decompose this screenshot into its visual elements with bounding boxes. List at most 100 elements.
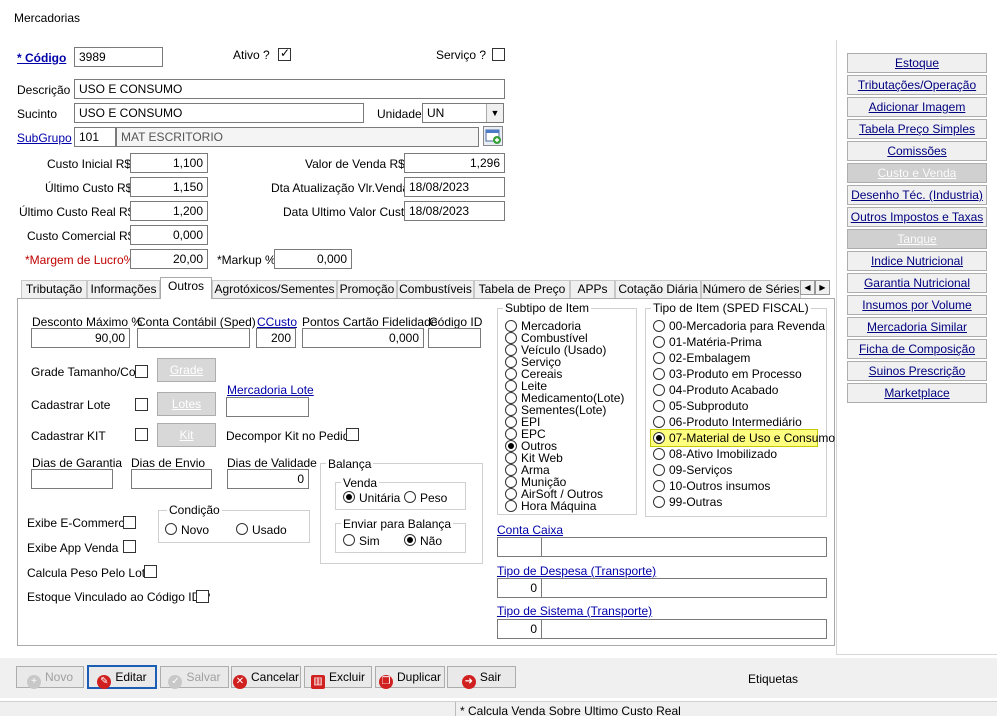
tab-cotacao[interactable]: Cotação Diária (615, 280, 701, 298)
chevron-left-icon[interactable]: ◀ (800, 280, 815, 295)
ultimo-custo-real-input[interactable]: 1,200 (130, 201, 208, 221)
tipo-item-radio[interactable] (653, 464, 665, 476)
codigo-input[interactable]: 3989 (74, 47, 163, 67)
tipo-item-radio[interactable] (653, 320, 665, 332)
tab-apps[interactable]: APPs (570, 280, 615, 298)
tipo-item-radio[interactable] (653, 432, 665, 444)
sistema-name-input[interactable] (541, 619, 827, 639)
tab-combustiveis[interactable]: Combustíveis (397, 280, 474, 298)
search-subgrupo-button[interactable] (483, 126, 503, 146)
tipo-item-radio[interactable] (653, 496, 665, 508)
data-ultimo-input[interactable]: 18/08/2023 (404, 201, 505, 221)
condicao-novo-radio[interactable] (165, 523, 177, 535)
unidade-select[interactable]: UN ▼ (422, 103, 504, 123)
despesa-code-input[interactable]: 0 (497, 578, 542, 598)
sistema-code-input[interactable]: 0 (497, 619, 542, 639)
subtipo-radio[interactable] (505, 440, 517, 452)
sidebar-item-mercadoria-similar[interactable]: Mercadoria Similar (847, 317, 987, 337)
enviar-sim-radio[interactable] (343, 534, 355, 546)
tipo-item-radio[interactable] (653, 400, 665, 412)
descricao-input[interactable]: USO E CONSUMO (74, 79, 505, 99)
ccusto-label[interactable]: CCusto (257, 315, 297, 329)
subtipo-radio[interactable] (505, 320, 517, 332)
conta-contabil-input[interactable] (137, 328, 250, 348)
tipo-item-radio[interactable] (653, 480, 665, 492)
tipo-item-radio[interactable] (653, 352, 665, 364)
enviar-nao-radio[interactable] (404, 534, 416, 546)
tab-numero-series[interactable]: Número de Séries (701, 280, 801, 298)
sidebar-item-marketplace[interactable]: Marketplace (847, 383, 987, 403)
tab-tributacao[interactable]: Tributação (21, 280, 87, 298)
tab-tabela-preco[interactable]: Tabela de Preço (474, 280, 570, 298)
subtipo-radio[interactable] (505, 368, 517, 380)
desconto-input[interactable]: 90,00 (31, 328, 130, 348)
subtipo-radio[interactable] (505, 452, 517, 464)
mercadoria-lote-input[interactable] (226, 397, 309, 417)
kit-checkbox[interactable] (135, 428, 148, 441)
subtipo-radio[interactable] (505, 500, 517, 512)
subtipo-radio[interactable] (505, 488, 517, 500)
ativo-checkbox[interactable] (278, 46, 291, 61)
tab-informacoes[interactable]: Informações (87, 280, 160, 298)
markup-input[interactable]: 0,000 (274, 249, 352, 269)
despesa-label[interactable]: Tipo de Despesa (Transporte) (497, 564, 656, 578)
conta-caixa-code-input[interactable] (497, 537, 542, 557)
sucinto-input[interactable]: USO E CONSUMO (74, 103, 364, 123)
tipo-item-radio[interactable] (653, 336, 665, 348)
codigo-id-input[interactable] (428, 328, 481, 348)
tab-agrotoxicos[interactable]: Agrotóxicos/Sementes (212, 280, 337, 298)
margem-input[interactable]: 20,00 (130, 249, 208, 269)
subtipo-radio[interactable] (505, 344, 517, 356)
venda-peso-radio[interactable] (404, 491, 416, 503)
ccusto-input[interactable]: 200 (256, 328, 296, 348)
sidebar-item-indice-nutricional[interactable]: Indice Nutricional (847, 251, 987, 271)
subtipo-radio[interactable] (505, 404, 517, 416)
sidebar-item-outros-impostos[interactable]: Outros Impostos e Taxas (847, 207, 987, 227)
editar-button[interactable]: ✎ Editar (87, 665, 157, 689)
sidebar-item-insumos-volume[interactable]: Insumos por Volume (847, 295, 987, 315)
subtipo-radio[interactable] (505, 332, 517, 344)
subtipo-radio[interactable] (505, 476, 517, 488)
etiquetas-label[interactable]: Etiquetas (748, 672, 798, 686)
subtipo-radio[interactable] (505, 392, 517, 404)
subgrupo-label[interactable]: SubGrupo (17, 131, 72, 145)
pontos-input[interactable]: 0,000 (302, 328, 424, 348)
subtipo-radio[interactable] (505, 428, 517, 440)
subtipo-radio[interactable] (505, 380, 517, 392)
tipo-item-radio[interactable] (653, 368, 665, 380)
sair-button[interactable]: ➜ Sair (447, 666, 516, 689)
tipo-item-radio[interactable] (653, 416, 665, 428)
servico-checkbox[interactable] (492, 48, 505, 61)
excluir-button[interactable]: ▥ Excluir (304, 666, 372, 689)
peso-lote-checkbox[interactable] (144, 565, 157, 578)
estoque-vinc-checkbox[interactable] (196, 590, 209, 603)
validade-input[interactable]: 0 (227, 469, 309, 489)
grade-checkbox[interactable] (135, 365, 148, 378)
ultimo-custo-input[interactable]: 1,150 (130, 177, 208, 197)
decompor-checkbox[interactable] (346, 428, 359, 441)
conta-caixa-name-input[interactable] (541, 537, 827, 557)
despesa-name-input[interactable] (541, 578, 827, 598)
subtipo-radio[interactable] (505, 356, 517, 368)
sistema-label[interactable]: Tipo de Sistema (Transporte) (497, 604, 652, 618)
chevron-down-icon[interactable]: ▼ (486, 104, 503, 122)
sidebar-item-comissoes[interactable]: Comissões (847, 141, 987, 161)
sidebar-item-desenho-tec[interactable]: Desenho Téc. (Industria) (847, 185, 987, 205)
valor-venda-input[interactable]: 1,296 (404, 153, 505, 173)
subtipo-radio[interactable] (505, 464, 517, 476)
tab-promocao[interactable]: Promoção (337, 280, 397, 298)
sidebar-item-estoque[interactable]: Estoque (847, 53, 987, 73)
custo-inicial-input[interactable]: 1,100 (130, 153, 208, 173)
sidebar-item-garantia-nutricional[interactable]: Garantia Nutricional (847, 273, 987, 293)
condicao-usado-radio[interactable] (236, 523, 248, 535)
tab-outros[interactable]: Outros (160, 277, 212, 299)
venda-unitaria-radio[interactable] (343, 491, 355, 503)
conta-caixa-label[interactable]: Conta Caixa (497, 523, 563, 537)
dta-atualizacao-input[interactable]: 18/08/2023 (404, 177, 505, 197)
app-venda-checkbox[interactable] (123, 540, 136, 553)
garantia-input[interactable] (31, 469, 113, 489)
chevron-right-icon[interactable]: ▶ (815, 280, 830, 295)
sidebar-item-suinos-prescricao[interactable]: Suinos Prescrição (847, 361, 987, 381)
cancelar-button[interactable]: ✕ Cancelar (231, 666, 301, 689)
subtipo-radio[interactable] (505, 416, 517, 428)
